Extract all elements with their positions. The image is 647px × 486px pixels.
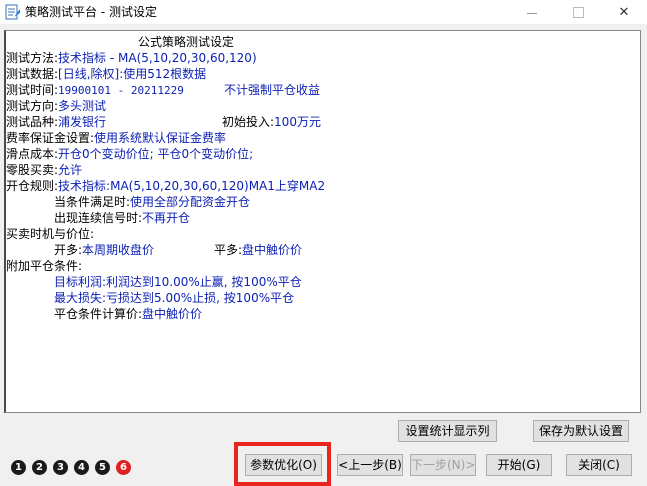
time-row: 测试时间:19900101 - 20211229 bbox=[6, 83, 184, 97]
close-calc-price-row: 平仓条件计算价:盘中触价价 bbox=[54, 307, 203, 321]
odd-lot-row: 零股买卖:允许 bbox=[6, 163, 83, 177]
prev-step-button[interactable]: <上一步(B) bbox=[337, 454, 403, 476]
step-5-icon: 5 bbox=[95, 460, 110, 475]
timing-row: 买卖时机与价位: bbox=[6, 227, 95, 241]
step-1-icon: 1 bbox=[11, 460, 26, 475]
capital-row: 初始投入:100万元 bbox=[222, 115, 321, 129]
maximize-icon bbox=[572, 6, 584, 18]
close-button[interactable]: 关闭(C) bbox=[566, 454, 632, 476]
minimize-button[interactable] bbox=[509, 0, 555, 24]
stats-columns-button[interactable]: 设置统计显示列 bbox=[398, 420, 497, 442]
extra-close-row: 附加平仓条件: bbox=[6, 259, 83, 273]
method-row: 测试方法:技术指标 - MA(5,10,20,30,60,120) bbox=[6, 51, 257, 65]
close-window-button[interactable]: ✕ bbox=[601, 0, 647, 24]
report-heading: 公式策略测试设定 bbox=[138, 35, 235, 49]
start-button[interactable]: 开始(G) bbox=[486, 454, 552, 476]
save-default-button[interactable]: 保存为默认设置 bbox=[533, 420, 629, 442]
step-4-icon: 4 bbox=[74, 460, 89, 475]
target-profit-row: 目标利润:利润达到10.00%止赢, 按100%平仓 bbox=[54, 275, 302, 289]
consecutive-signal-row: 出现连续信号时:不再开仓 bbox=[54, 211, 191, 225]
data-row: 测试数据:[日线,除权]:使用512根数据 bbox=[6, 67, 207, 81]
direction-row: 测试方向:多头测试 bbox=[6, 99, 107, 113]
long-open-row: 开多:本周期收盘价 bbox=[54, 243, 155, 257]
maximize-button[interactable] bbox=[555, 0, 601, 24]
time-note: 不计强制平仓收益 bbox=[224, 83, 321, 97]
fee-row: 费率保证金设置:使用系统默认保证金费率 bbox=[6, 131, 227, 145]
step-2-icon: 2 bbox=[32, 460, 47, 475]
stock-row: 测试品种:浦发银行 bbox=[6, 115, 107, 129]
highlight-box bbox=[234, 442, 331, 486]
close-icon: ✕ bbox=[618, 4, 630, 20]
long-close-row: 平多:盘中触价价 bbox=[214, 243, 303, 257]
report-panel[interactable]: 公式策略测试设定 测试方法:技术指标 - MA(5,10,20,30,60,12… bbox=[4, 30, 641, 413]
step-3-icon: 3 bbox=[53, 460, 68, 475]
open-rule-row: 开仓规则:技术指标:MA(5,10,20,30,60,120)MA1上穿MA2 bbox=[6, 179, 326, 193]
slippage-row: 滑点成本:开仓0个变动价位; 平仓0个变动价位; bbox=[6, 147, 254, 161]
window-title: 策略测试平台 - 测试设定 bbox=[25, 5, 157, 19]
minimize-icon bbox=[527, 12, 537, 14]
max-loss-row: 最大损失:亏损达到5.00%止损, 按100%平仓 bbox=[54, 291, 295, 305]
step-6-icon: 6 bbox=[116, 460, 131, 475]
next-step-button[interactable]: 下一步(N)> bbox=[410, 454, 476, 476]
app-icon bbox=[5, 4, 20, 20]
condition-row: 当条件满足时:使用全部分配资金开仓 bbox=[54, 195, 251, 209]
title-bar: 策略测试平台 - 测试设定 ✕ bbox=[0, 0, 647, 24]
